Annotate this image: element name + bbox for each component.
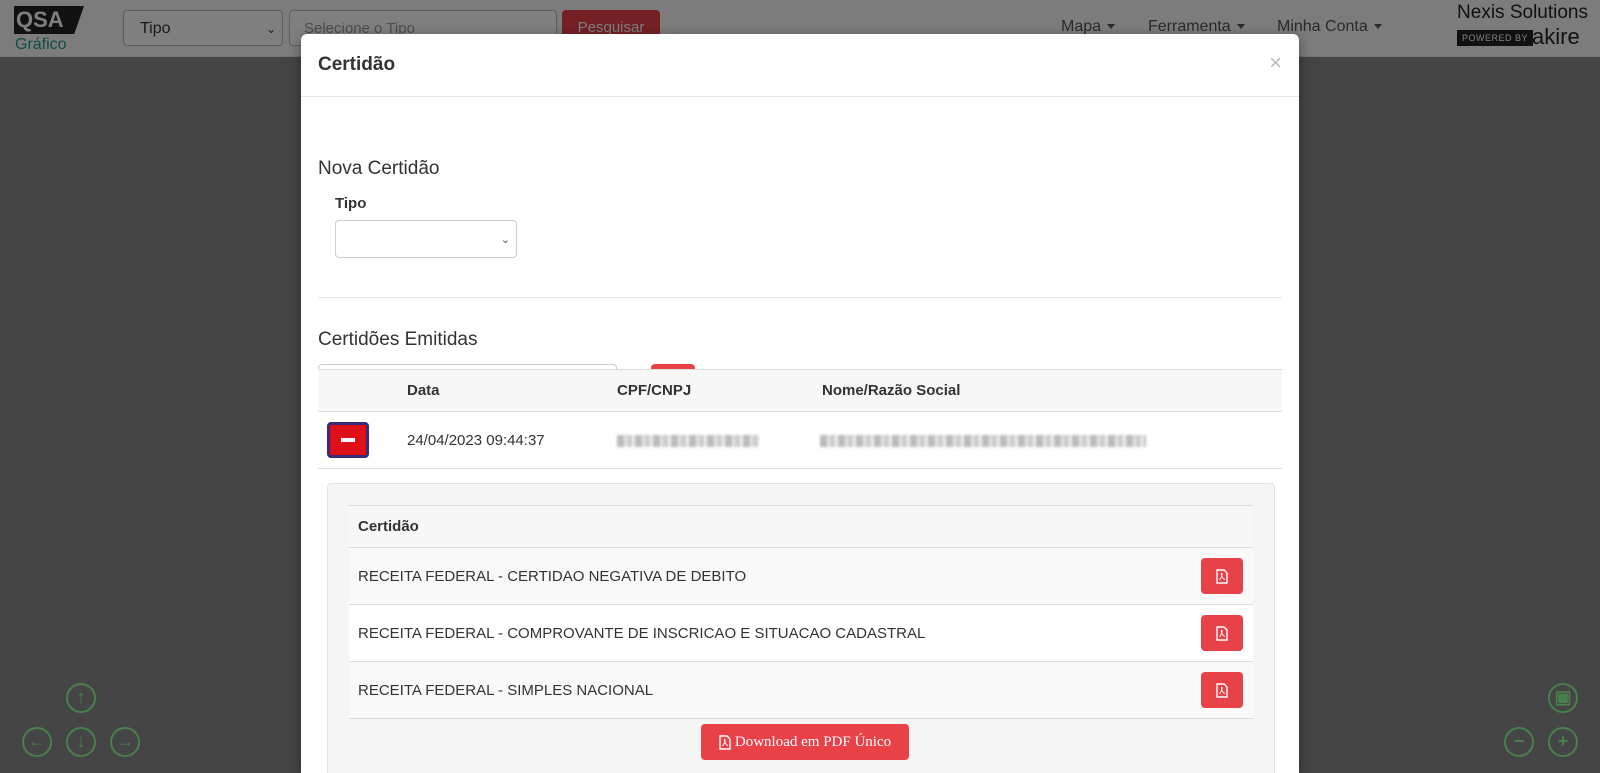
certidao-modal: Certidão × Nova Certidão Tipo ⌄ Certidõe… [301,34,1299,773]
pan-left-icon[interactable]: ← [22,727,52,757]
new-certidao-heading: Nova Certidão [318,158,440,179]
col-certidao: Certidão [349,505,1253,548]
minus-icon [341,438,355,442]
col-cpf-cnpj: CPF/CNPJ [617,369,822,412]
certidao-item-name: RECEITA FEDERAL - SIMPLES NACIONAL [349,661,1184,719]
zoom-in-icon[interactable]: + [1548,727,1578,757]
download-single-pdf-button[interactable]: Download em PDF Único [701,724,909,760]
table-header-row: Certidão [349,505,1253,548]
certidao-item-action [1184,547,1253,605]
redacted-name [820,434,1146,447]
pan-up-icon[interactable]: ↑ [66,683,96,713]
col-name: Nome/Razão Social [822,369,1282,412]
file-pdf-icon [1216,625,1228,641]
collapse-row-button[interactable] [327,422,369,458]
redacted-cpf-cnpj [617,434,759,447]
pan-right-icon[interactable]: → [110,727,140,757]
pdf-download-button[interactable] [1201,558,1243,594]
col-toggle [318,369,407,412]
issued-certidoes-heading: Certidões Emitidas [318,329,478,350]
pdf-download-button[interactable] [1201,615,1243,651]
zoom-out-icon[interactable]: − [1504,727,1534,757]
row-date: 24/04/2023 09:44:37 [407,411,617,469]
fit-extent-icon[interactable]: ▣ [1548,683,1578,713]
row-name [820,411,1282,469]
type-label: Tipo [335,195,367,212]
certidao-detail-panel: Certidão RECEITA FEDERAL - CERTIDAO NEGA… [327,483,1275,773]
file-pdf-icon [719,734,731,750]
toggle-cell [318,411,407,469]
pan-down-icon[interactable]: ↓ [66,727,96,757]
certidao-item-action [1184,661,1253,719]
section-divider [318,297,1282,298]
issued-certidoes-table: Data CPF/CNPJ Nome/Razão Social 24/04/20… [318,369,1282,469]
col-date: Data [407,369,617,412]
chevron-down-icon: ⌄ [500,234,510,246]
certidao-item-name: RECEITA FEDERAL - COMPROVANTE DE INSCRIC… [349,604,1184,662]
table-row: RECEITA FEDERAL - COMPROVANTE DE INSCRIC… [349,604,1253,662]
modal-header: Certidão × [301,34,1299,97]
new-certidao-type-select[interactable]: ⌄ [335,220,517,258]
certidao-item-action [1184,604,1253,662]
table-header-row: Data CPF/CNPJ Nome/Razão Social [318,369,1282,412]
certidao-items-table: Certidão RECEITA FEDERAL - CERTIDAO NEGA… [349,505,1253,719]
file-pdf-icon [1216,682,1228,698]
download-single-pdf-label: Download em PDF Único [734,733,892,750]
pdf-download-button[interactable] [1201,672,1243,708]
close-icon[interactable]: × [1269,50,1282,76]
file-pdf-icon [1216,568,1228,584]
table-row: RECEITA FEDERAL - SIMPLES NACIONAL [349,661,1253,719]
row-cpf-cnpj [617,411,822,469]
certidao-item-name: RECEITA FEDERAL - CERTIDAO NEGATIVA DE D… [349,547,1184,605]
table-row: 24/04/2023 09:44:37 [318,411,1282,469]
table-row: RECEITA FEDERAL - CERTIDAO NEGATIVA DE D… [349,547,1253,605]
modal-title: Certidão [318,54,396,75]
